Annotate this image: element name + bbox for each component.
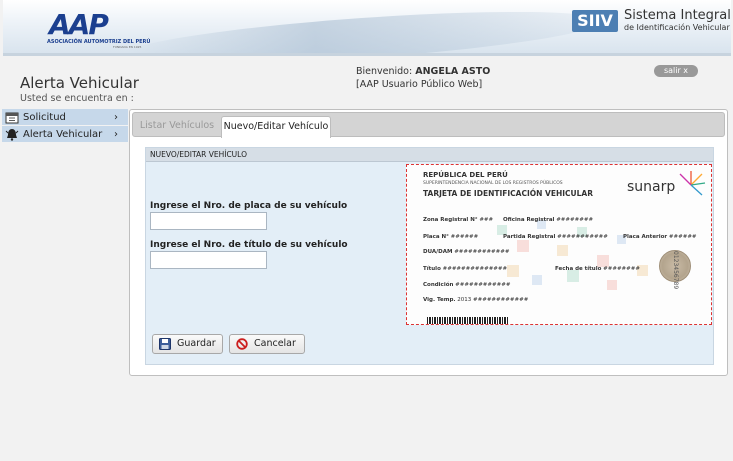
calendar-icon — [5, 111, 19, 124]
main-panel: Listar Vehículos Nuevo/Editar Vehículo N… — [129, 109, 728, 376]
welcome-line: Bienvenido: ANGELA ASTO — [356, 66, 490, 77]
card-field-zona: Zona Registral N° ### — [423, 217, 494, 223]
alarm-bell-icon — [5, 128, 19, 141]
card-field-oficina: Oficina Registral ######## — [503, 217, 594, 223]
sidebar-item-label: Alerta Vehicular — [23, 129, 103, 140]
header-banner: AAP ASOCIACIÓN AUTOMOTRIZ DEL PERÚ FUNDA… — [3, 0, 731, 56]
card-line-3: TARJETA DE IDENTIFICACIÓN VEHICULAR — [423, 189, 593, 198]
title-number-input[interactable] — [150, 251, 267, 269]
sidebar-item-solicitud[interactable]: Solicitud › — [2, 109, 128, 126]
sunarp-burst-icon — [679, 171, 706, 196]
plate-label: Ingrese el Nro. de placa de su vehículo — [150, 201, 348, 211]
chevron-right-icon: › — [114, 112, 118, 123]
card-field-titulo: Título ############## — [423, 266, 508, 272]
chevron-right-icon: › — [114, 129, 118, 140]
logout-button[interactable]: salir x — [654, 65, 698, 77]
floppy-disk-icon — [159, 338, 171, 350]
aap-logo[interactable]: AAP ASOCIACIÓN AUTOMOTRIZ DEL PERÚ FUNDA… — [43, 8, 153, 49]
save-label: Guardar — [177, 338, 216, 349]
tab-nuevo-editar-vehiculo[interactable]: Nuevo/Editar Vehículo — [221, 116, 331, 138]
vehicle-card-sample: REPÚBLICA DEL PERÚ SUPERINTENDENCIA NACI… — [406, 164, 712, 325]
card-field-placa-anterior: Placa Anterior ###### — [623, 234, 697, 240]
cancel-button[interactable]: Cancelar — [229, 334, 305, 354]
card-field-partida: Partida Registral ########### — [503, 234, 608, 240]
card-field-condicion: Condición ############ — [423, 282, 511, 288]
location-label: Usted se encuentra en : — [20, 93, 134, 104]
title-number-label: Ingrese el Nro. de título de su vehículo — [150, 240, 348, 250]
sidebar: Solicitud › Alerta Vehicular › — [2, 109, 128, 143]
siiv-badge: SIIV — [572, 10, 618, 32]
prohibited-icon — [236, 338, 248, 350]
card-field-fecha: Fecha de título ######## — [555, 266, 640, 272]
card-background-pattern — [497, 220, 648, 290]
card-field-placa: Placa N° ###### — [423, 234, 479, 240]
sidebar-item-alerta-vehicular[interactable]: Alerta Vehicular › — [2, 126, 128, 143]
banner-decoration — [122, 1, 604, 53]
tab-bar: Listar Vehículos Nuevo/Editar Vehículo — [132, 112, 725, 138]
system-title: Sistema Integral — [624, 8, 731, 23]
sunarp-logo: sunarp — [627, 179, 676, 195]
user-name: ANGELA ASTO — [415, 66, 491, 77]
cancel-label: Cancelar — [254, 338, 296, 349]
card-line-2: SUPERINTENDENCIA NACIONAL DE LOS REGISTR… — [423, 181, 563, 186]
user-role: [AAP Usuario Público Web] — [356, 79, 483, 90]
welcome-label: Bienvenido: — [356, 66, 413, 77]
page-title: Alerta Vehicular — [20, 74, 139, 92]
card-field-vig-temp: Vig. Temp. 2013 ############ — [423, 297, 529, 303]
system-subtitle: de Identificación Vehicular — [624, 23, 730, 32]
form-header: NUEVO/EDITAR VEHÍCULO — [146, 148, 713, 162]
sidebar-item-label: Solicitud — [23, 112, 66, 123]
card-line-1: REPÚBLICA DEL PERÚ — [423, 171, 508, 179]
save-button[interactable]: Guardar — [152, 334, 223, 354]
card-barcode — [427, 317, 509, 324]
tab-listar-vehiculos[interactable]: Listar Vehículos — [136, 116, 218, 137]
card-field-dua: DUA/DAM ############ — [423, 249, 510, 255]
card-serial: 0123456789 — [672, 251, 679, 290]
plate-input[interactable] — [150, 212, 267, 230]
logo-text: AAP — [49, 8, 109, 41]
logo-year: FUNDADA EN 1925 — [113, 45, 142, 49]
vehicle-form: NUEVO/EDITAR VEHÍCULO Ingrese el Nro. de… — [145, 147, 714, 365]
